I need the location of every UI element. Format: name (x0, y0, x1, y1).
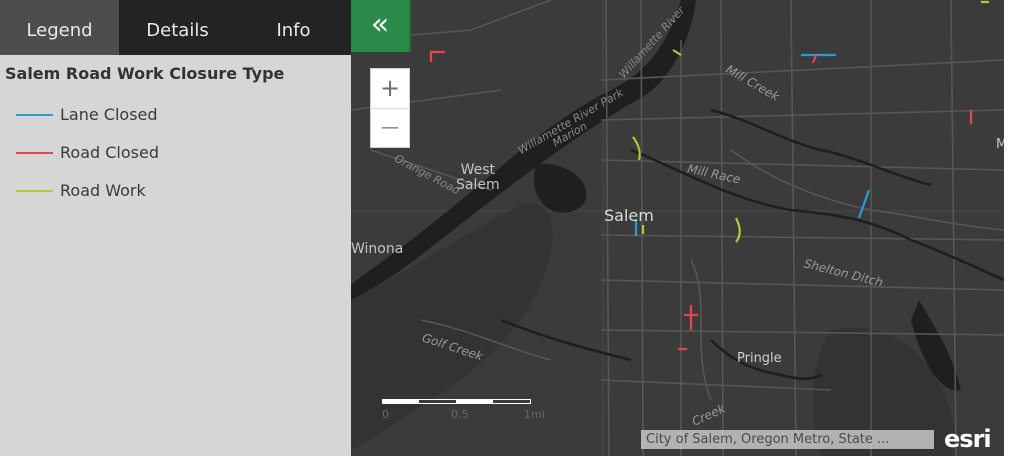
page-gutter (1004, 0, 1025, 456)
legend-item-label: Road Work (60, 181, 146, 200)
pond (533, 163, 587, 213)
legend-title: Salem Road Work Closure Type (5, 64, 285, 83)
zoom-control: + — (370, 68, 410, 148)
label-west-salem: West Salem (456, 162, 500, 193)
basemap (351, 0, 1004, 456)
double-chevron-left-icon: « (370, 7, 390, 42)
label-pringle: Pringle (737, 351, 782, 366)
sidebar-panel: Legend Details Info Salem Road Work Clos… (0, 0, 351, 456)
tab-bar: Legend Details Info (0, 0, 351, 55)
esri-logo[interactable]: esri (944, 425, 992, 453)
map-attribution[interactable]: City of Salem, Oregon Metro, State ... (641, 430, 934, 449)
scalebar-label-0: 0 (382, 408, 389, 421)
collapse-panel-button[interactable]: « (351, 0, 411, 52)
map-view[interactable]: West Salem Salem Winona Mill Race Mill C… (351, 0, 1004, 456)
zoom-out-button[interactable]: — (371, 109, 409, 148)
label-winona: Winona (351, 241, 404, 257)
legend-item-label: Road Closed (60, 143, 159, 162)
tab-legend[interactable]: Legend (0, 0, 119, 55)
tab-details[interactable]: Details (119, 0, 236, 55)
lane-closed-swatch (16, 114, 53, 116)
label-salem: Salem (604, 206, 654, 225)
zoom-in-button[interactable]: + (371, 69, 409, 109)
road-work-swatch (16, 190, 53, 192)
label-edge-m: M (996, 137, 1004, 152)
scalebar-label-1mi: 1mi (524, 408, 545, 421)
road-closed-swatch (16, 152, 53, 154)
tab-info[interactable]: Info (236, 0, 351, 55)
legend-item-label: Lane Closed (60, 105, 158, 124)
scalebar-label-half: 0.5 (451, 408, 469, 421)
